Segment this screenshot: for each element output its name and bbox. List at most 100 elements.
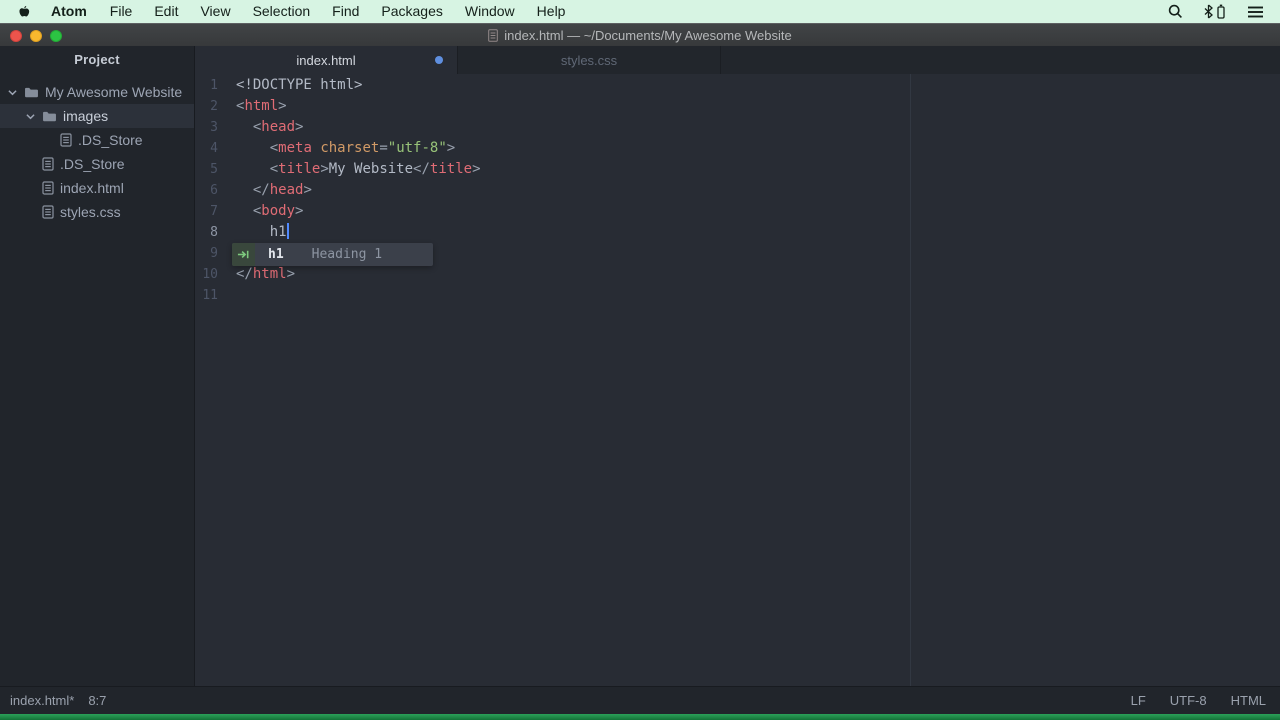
token-tag: html — [253, 266, 287, 282]
tree-item-styles-css[interactable]: styles.css — [0, 200, 194, 224]
zoom-window-button[interactable] — [50, 30, 62, 42]
menu-packages[interactable]: Packages — [370, 3, 453, 19]
traffic-lights — [10, 30, 62, 42]
chevron-down-icon[interactable] — [8, 89, 24, 96]
notification-center-icon[interactable] — [1247, 5, 1264, 19]
menu-edit[interactable]: Edit — [143, 3, 189, 19]
window-title-bar: index.html — ~/Documents/My Awesome Webs… — [0, 23, 1280, 46]
token-punct: > — [303, 182, 311, 198]
menu-selection[interactable]: Selection — [242, 3, 322, 19]
editor-pane: index.htmlstyles.css 1234567891011 <!DOC… — [195, 46, 1280, 686]
code-line: h1 — [236, 222, 481, 243]
menu-view[interactable]: View — [189, 3, 241, 19]
status-utf-8[interactable]: UTF-8 — [1170, 693, 1207, 708]
tree-view-panel: Project My Awesome Website images .DS_Stor… — [0, 46, 195, 686]
token-punct: > — [447, 140, 455, 156]
chevron-down-icon[interactable] — [26, 113, 42, 120]
token-attr: charset — [320, 140, 379, 156]
token-plain: h1 — [236, 224, 287, 240]
file-icon — [42, 205, 54, 219]
token-string: "utf-8" — [388, 140, 447, 156]
tree-item-my-awesome-website[interactable]: My Awesome Website — [0, 80, 194, 104]
folder-icon — [42, 110, 57, 122]
autocomplete-popup: h1 Heading 1 — [232, 243, 433, 266]
autocomplete-description: Heading 1 — [312, 247, 382, 262]
autocomplete-suggestion[interactable]: h1 — [268, 247, 284, 262]
atom-window: Project My Awesome Website images .DS_Stor… — [0, 46, 1280, 686]
token-tag: title — [278, 161, 320, 177]
tab-index.html[interactable]: index.html — [195, 46, 458, 74]
code-line — [236, 285, 481, 306]
token-punct: > — [287, 266, 295, 282]
menu-items: AtomFileEditViewSelectionFindPackagesWin… — [39, 0, 576, 23]
tab-label: index.html — [296, 53, 355, 68]
text-cursor — [287, 223, 289, 239]
tree-item-label: .DS_Store — [78, 132, 143, 148]
tree-item-label: images — [63, 108, 108, 124]
token-punct: = — [379, 140, 387, 156]
tab-bar: index.html styles.css — [195, 46, 1280, 74]
token-punct: </ — [253, 182, 270, 198]
tab-styles.css[interactable]: styles.css — [458, 46, 721, 74]
code-content: <!DOCTYPE html><html> <head> <meta chars… — [236, 75, 481, 306]
token-punct: > — [295, 203, 303, 219]
line-number: 7 — [195, 201, 218, 222]
search-icon[interactable] — [1168, 4, 1183, 19]
status-bar-right: LF UTF-8 HTML — [1131, 693, 1266, 708]
bottom-progress-bar — [0, 714, 1280, 720]
token-plain — [236, 119, 253, 135]
apple-menu-icon[interactable] — [18, 4, 31, 19]
tree-item--ds-store[interactable]: .DS_Store — [0, 128, 194, 152]
line-number: 3 — [195, 117, 218, 138]
text-editor[interactable]: 1234567891011 <!DOCTYPE html><html> <hea… — [195, 74, 1280, 686]
tree-item-index-html[interactable]: index.html — [0, 176, 194, 200]
token-plain: <!DOCTYPE html> — [236, 77, 362, 93]
token-tag: title — [430, 161, 472, 177]
menu-atom[interactable]: Atom — [39, 3, 99, 19]
line-number: 10 — [195, 264, 218, 285]
token-punct: < — [270, 161, 278, 177]
menu-window[interactable]: Window — [454, 3, 526, 19]
line-number: 1 — [195, 75, 218, 96]
project-tree: My Awesome Website images .DS_Store .DS_Sto… — [0, 80, 194, 224]
token-tag: head — [270, 182, 304, 198]
project-panel-header: Project — [0, 46, 194, 74]
tree-item-label: styles.css — [60, 204, 121, 220]
code-line: </head> — [236, 180, 481, 201]
token-tag: meta — [278, 140, 312, 156]
code-line: <!DOCTYPE html> — [236, 75, 481, 96]
status-cursor-position[interactable]: 8:7 — [88, 693, 106, 708]
screen: AtomFileEditViewSelectionFindPackagesWin… — [0, 0, 1280, 720]
tree-item--ds-store[interactable]: .DS_Store — [0, 152, 194, 176]
tab-label: styles.css — [561, 53, 617, 68]
line-number: 11 — [195, 285, 218, 306]
modified-indicator-dot — [435, 56, 443, 64]
status-file-name[interactable]: index.html* — [10, 693, 74, 708]
status-lf[interactable]: LF — [1131, 693, 1146, 708]
token-plain — [236, 203, 253, 219]
token-punct: > — [472, 161, 480, 177]
minimize-window-button[interactable] — [30, 30, 42, 42]
token-plain — [236, 161, 270, 177]
code-line: <meta charset="utf-8"> — [236, 138, 481, 159]
token-plain: My Website — [329, 161, 413, 177]
tree-item-images[interactable]: images — [0, 104, 194, 128]
token-punct: </ — [236, 266, 253, 282]
menu-file[interactable]: File — [99, 3, 144, 19]
document-proxy-icon — [488, 29, 498, 42]
status-html[interactable]: HTML — [1231, 693, 1266, 708]
close-window-button[interactable] — [10, 30, 22, 42]
menu-help[interactable]: Help — [526, 3, 577, 19]
line-number: 6 — [195, 180, 218, 201]
menu-bar: AtomFileEditViewSelectionFindPackagesWin… — [0, 0, 1280, 23]
token-tag: body — [261, 203, 295, 219]
tree-item-label: My Awesome Website — [45, 84, 182, 100]
code-line: <title>My Website</title> — [236, 159, 481, 180]
file-icon — [42, 181, 54, 195]
token-punct: > — [320, 161, 328, 177]
code-line: <html> — [236, 96, 481, 117]
code-line: </html> — [236, 264, 481, 285]
bluetooth-battery-icon[interactable] — [1203, 4, 1227, 19]
menu-find[interactable]: Find — [321, 3, 370, 19]
menu-bar-status-icons — [1168, 4, 1264, 19]
